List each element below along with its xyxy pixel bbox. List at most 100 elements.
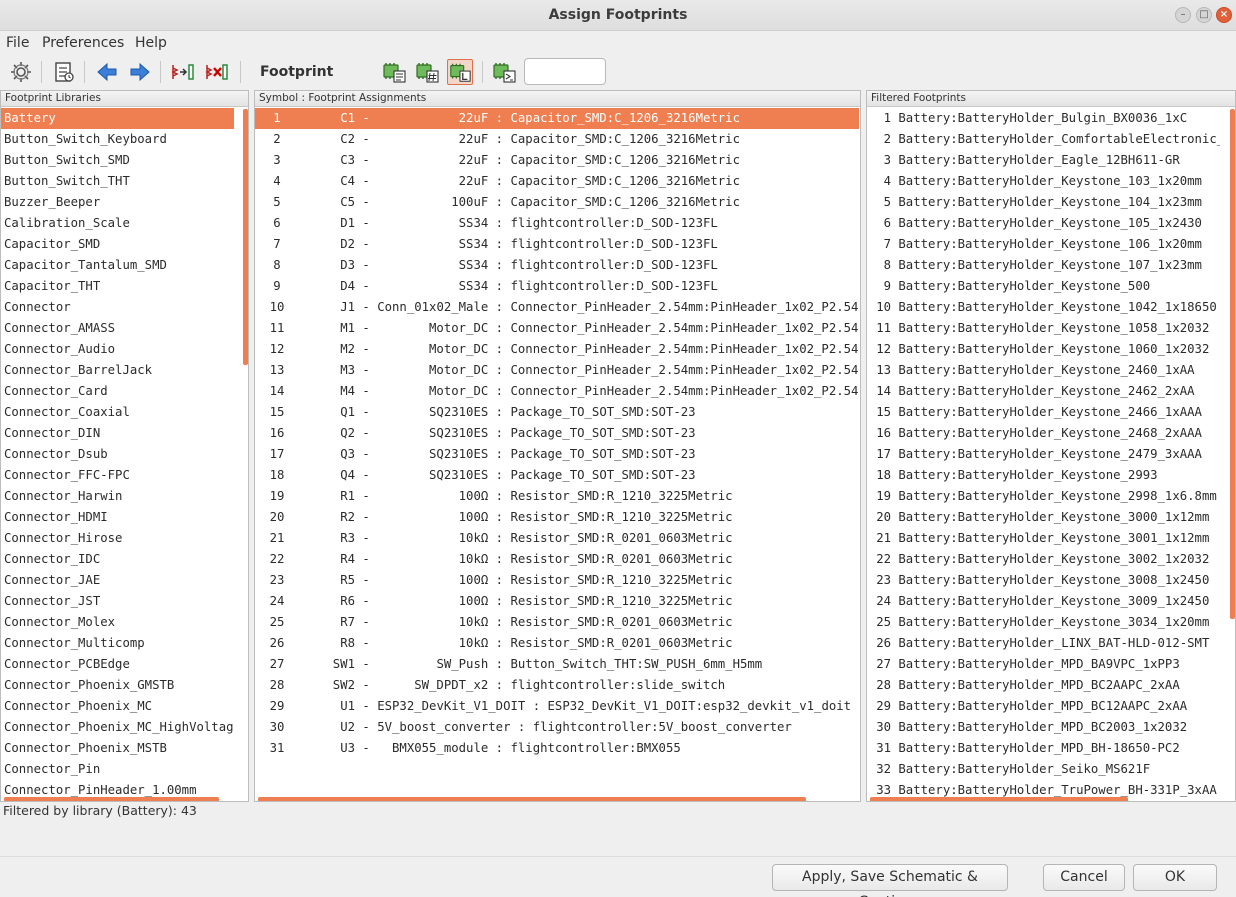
library-item[interactable]: Connector_FFC-FPC (1, 465, 234, 486)
assignment-row[interactable]: 28 SW2 - SW_DPDT_x2 : flightcontroller:sl… (255, 675, 859, 696)
maximize-icon[interactable]: □ (1196, 7, 1212, 23)
assignment-row[interactable]: 14 M4 - Motor_DC : Connector_PinHeader_2.… (255, 381, 859, 402)
assignment-row[interactable]: 2 C2 - 22uF : Capacitor_SMD:C_1206_3216Me… (255, 129, 859, 150)
library-item[interactable]: Capacitor_SMD (1, 234, 234, 255)
assignment-row[interactable]: 6 D1 - SS34 : flightcontroller:D_SOD-123F… (255, 213, 859, 234)
filtered-footprint-item[interactable]: 19 Battery:BatteryHolder_Keystone_2998_1… (867, 486, 1220, 507)
library-item[interactable]: Connector_AMASS (1, 318, 234, 339)
library-item[interactable]: Connector_Coaxial (1, 402, 234, 423)
library-item[interactable]: Connector_Phoenix_GMSTB (1, 675, 234, 696)
filtered-footprint-item[interactable]: 13 Battery:BatteryHolder_Keystone_2460_1… (867, 360, 1220, 381)
assignment-row[interactable]: 15 Q1 - SQ2310ES : Package_TO_SOT_SMD:SOT… (255, 402, 859, 423)
assignment-row[interactable]: 1 C1 - 22uF : Capacitor_SMD:C_1206_3216Me… (255, 108, 859, 129)
library-table-icon[interactable] (51, 59, 77, 85)
cancel-button[interactable]: Cancel (1043, 864, 1125, 891)
filtered-footprint-item[interactable]: 17 Battery:BatteryHolder_Keystone_2479_3… (867, 444, 1220, 465)
library-item[interactable]: Connector_Dsub (1, 444, 234, 465)
assignment-row[interactable]: 7 D2 - SS34 : flightcontroller:D_SOD-123F… (255, 234, 859, 255)
filtered-footprint-item[interactable]: 25 Battery:BatteryHolder_Keystone_3034_1… (867, 612, 1220, 633)
filtered-footprint-item[interactable]: 14 Battery:BatteryHolder_Keystone_2462_2… (867, 381, 1220, 402)
library-item[interactable]: Connector_Pin (1, 759, 234, 780)
library-item[interactable]: Connector_JST (1, 591, 234, 612)
libraries-horizontal-scrollbar[interactable] (4, 797, 219, 801)
library-item[interactable]: Connector_Hirose (1, 528, 234, 549)
menu-preferences[interactable]: Preferences (42, 35, 124, 51)
filtered-footprint-item[interactable]: 31 Battery:BatteryHolder_MPD_BH-18650-PC… (867, 738, 1220, 759)
filter-by-text-icon[interactable] (491, 59, 517, 85)
assignment-row[interactable]: 5 C5 - 100uF : Capacitor_SMD:C_1206_3216M… (255, 192, 859, 213)
filtered-footprint-item[interactable]: 5 Battery:BatteryHolder_Keystone_104_1x2… (867, 192, 1220, 213)
filtered-footprint-item[interactable]: 23 Battery:BatteryHolder_Keystone_3008_1… (867, 570, 1220, 591)
filtered-footprint-item[interactable]: 7 Battery:BatteryHolder_Keystone_106_1x2… (867, 234, 1220, 255)
minimize-icon[interactable]: – (1175, 7, 1191, 23)
library-item[interactable]: Connector_Harwin (1, 486, 234, 507)
library-item[interactable]: Connector_Phoenix_MC_HighVoltage (1, 717, 234, 738)
library-item[interactable]: Button_Switch_Keyboard (1, 129, 234, 150)
library-item[interactable]: Capacitor_THT (1, 276, 234, 297)
assignment-row[interactable]: 13 M3 - Motor_DC : Connector_PinHeader_2.… (255, 360, 859, 381)
library-item[interactable]: Connector_Molex (1, 612, 234, 633)
filtered-footprint-item[interactable]: 30 Battery:BatteryHolder_MPD_BC2003_1x20… (867, 717, 1220, 738)
assignment-row[interactable]: 26 R8 - 10kΩ : Resistor_SMD:R_0201_0603Me… (255, 633, 859, 654)
assignment-row[interactable]: 31 U3 - BMX055_module : flightcontroller:… (255, 738, 859, 759)
footprint-libraries-list[interactable]: Battery Button_Switch_Keyboard Button_Swit… (1, 108, 248, 801)
filtered-horizontal-scrollbar[interactable] (870, 797, 1128, 801)
library-item[interactable]: Calibration_Scale (1, 213, 234, 234)
filter-by-library-icon[interactable] (447, 59, 473, 85)
assignment-row[interactable]: 19 R1 - 100Ω : Resistor_SMD:R_1210_3225Me… (255, 486, 859, 507)
library-item[interactable]: Connector_BarrelJack (1, 360, 234, 381)
assignments-horizontal-scrollbar[interactable] (258, 797, 806, 801)
filtered-footprint-item[interactable]: 9 Battery:BatteryHolder_Keystone_500 (867, 276, 1220, 297)
assignment-row[interactable]: 12 M2 - Motor_DC : Connector_PinHeader_2.… (255, 339, 859, 360)
filtered-footprints-list[interactable]: 1 Battery:BatteryHolder_Bulgin_BX0036_1x… (867, 108, 1235, 801)
library-item[interactable]: Connector_Audio (1, 339, 234, 360)
library-item[interactable]: Connector_Card (1, 381, 234, 402)
library-item[interactable]: Connector_HDMI (1, 507, 234, 528)
library-item[interactable]: Connector_Phoenix_MC (1, 696, 234, 717)
assignment-row[interactable]: 18 Q4 - SQ2310ES : Package_TO_SOT_SMD:SOT… (255, 465, 859, 486)
assignment-row[interactable]: 24 R6 - 100Ω : Resistor_SMD:R_1210_3225Me… (255, 591, 859, 612)
library-item[interactable]: Connector_JAE (1, 570, 234, 591)
assignment-row[interactable]: 20 R2 - 100Ω : Resistor_SMD:R_1210_3225Me… (255, 507, 859, 528)
filtered-footprint-item[interactable]: 18 Battery:BatteryHolder_Keystone_2993 (867, 465, 1220, 486)
arrow-left-icon[interactable] (94, 59, 120, 85)
filtered-footprint-item[interactable]: 12 Battery:BatteryHolder_Keystone_1060_1… (867, 339, 1220, 360)
filtered-footprint-item[interactable]: 26 Battery:BatteryHolder_LINX_BAT-HLD-01… (867, 633, 1220, 654)
filtered-footprint-item[interactable]: 22 Battery:BatteryHolder_Keystone_3002_1… (867, 549, 1220, 570)
assignment-row[interactable]: 3 C3 - 22uF : Capacitor_SMD:C_1206_3216Me… (255, 150, 859, 171)
libraries-vertical-scrollbar[interactable] (243, 109, 248, 365)
assignment-row[interactable]: 9 D4 - SS34 : flightcontroller:D_SOD-123F… (255, 276, 859, 297)
filtered-footprint-item[interactable]: 8 Battery:BatteryHolder_Keystone_107_1x2… (867, 255, 1220, 276)
assignment-row[interactable]: 23 R5 - 100Ω : Resistor_SMD:R_1210_3225Me… (255, 570, 859, 591)
assignment-row[interactable]: 17 Q3 - SQ2310ES : Package_TO_SOT_SMD:SOT… (255, 444, 859, 465)
delete-associations-icon[interactable] (204, 59, 230, 85)
filtered-footprint-item[interactable]: 10 Battery:BatteryHolder_Keystone_1042_1… (867, 297, 1220, 318)
library-item[interactable]: Button_Switch_SMD (1, 150, 234, 171)
assignment-row[interactable]: 25 R7 - 10kΩ : Resistor_SMD:R_0201_0603Me… (255, 612, 859, 633)
filtered-footprint-item[interactable]: 2 Battery:BatteryHolder_ComfortableElect… (867, 129, 1220, 150)
library-item[interactable]: Capacitor_Tantalum_SMD (1, 255, 234, 276)
auto-associate-icon[interactable] (170, 59, 196, 85)
library-item[interactable]: Connector_PCBEdge (1, 654, 234, 675)
assignment-row[interactable]: 16 Q2 - SQ2310ES : Package_TO_SOT_SMD:SOT… (255, 423, 859, 444)
filtered-footprint-item[interactable]: 6 Battery:BatteryHolder_Keystone_105_1x2… (867, 213, 1220, 234)
library-item[interactable]: Connector_IDC (1, 549, 234, 570)
assignment-row[interactable]: 4 C4 - 22uF : Capacitor_SMD:C_1206_3216Me… (255, 171, 859, 192)
menu-help[interactable]: Help (135, 35, 167, 51)
filtered-footprint-item[interactable]: 29 Battery:BatteryHolder_MPD_BC12AAPC_2x… (867, 696, 1220, 717)
library-item[interactable]: Connector_Phoenix_MSTB (1, 738, 234, 759)
filtered-footprint-item[interactable]: 20 Battery:BatteryHolder_Keystone_3000_1… (867, 507, 1220, 528)
settings-icon[interactable] (8, 59, 34, 85)
filtered-footprint-item[interactable]: 27 Battery:BatteryHolder_MPD_BA9VPC_1xPP… (867, 654, 1220, 675)
library-item[interactable]: Connector (1, 297, 234, 318)
close-icon[interactable]: × (1216, 7, 1232, 23)
assignment-row[interactable]: 10 J1 - Conn_01x02_Male : Connector_PinHe… (255, 297, 859, 318)
arrow-right-icon[interactable] (127, 59, 153, 85)
assignment-row[interactable]: 21 R3 - 10kΩ : Resistor_SMD:R_0201_0603Me… (255, 528, 859, 549)
filtered-footprint-item[interactable]: 16 Battery:BatteryHolder_Keystone_2468_2… (867, 423, 1220, 444)
filtered-footprint-item[interactable]: 4 Battery:BatteryHolder_Keystone_103_1x2… (867, 171, 1220, 192)
assignment-row[interactable]: 22 R4 - 10kΩ : Resistor_SMD:R_0201_0603Me… (255, 549, 859, 570)
filter-by-keywords-icon[interactable] (381, 59, 407, 85)
library-item[interactable]: Buzzer_Beeper (1, 192, 234, 213)
library-item[interactable]: Connector_DIN (1, 423, 234, 444)
